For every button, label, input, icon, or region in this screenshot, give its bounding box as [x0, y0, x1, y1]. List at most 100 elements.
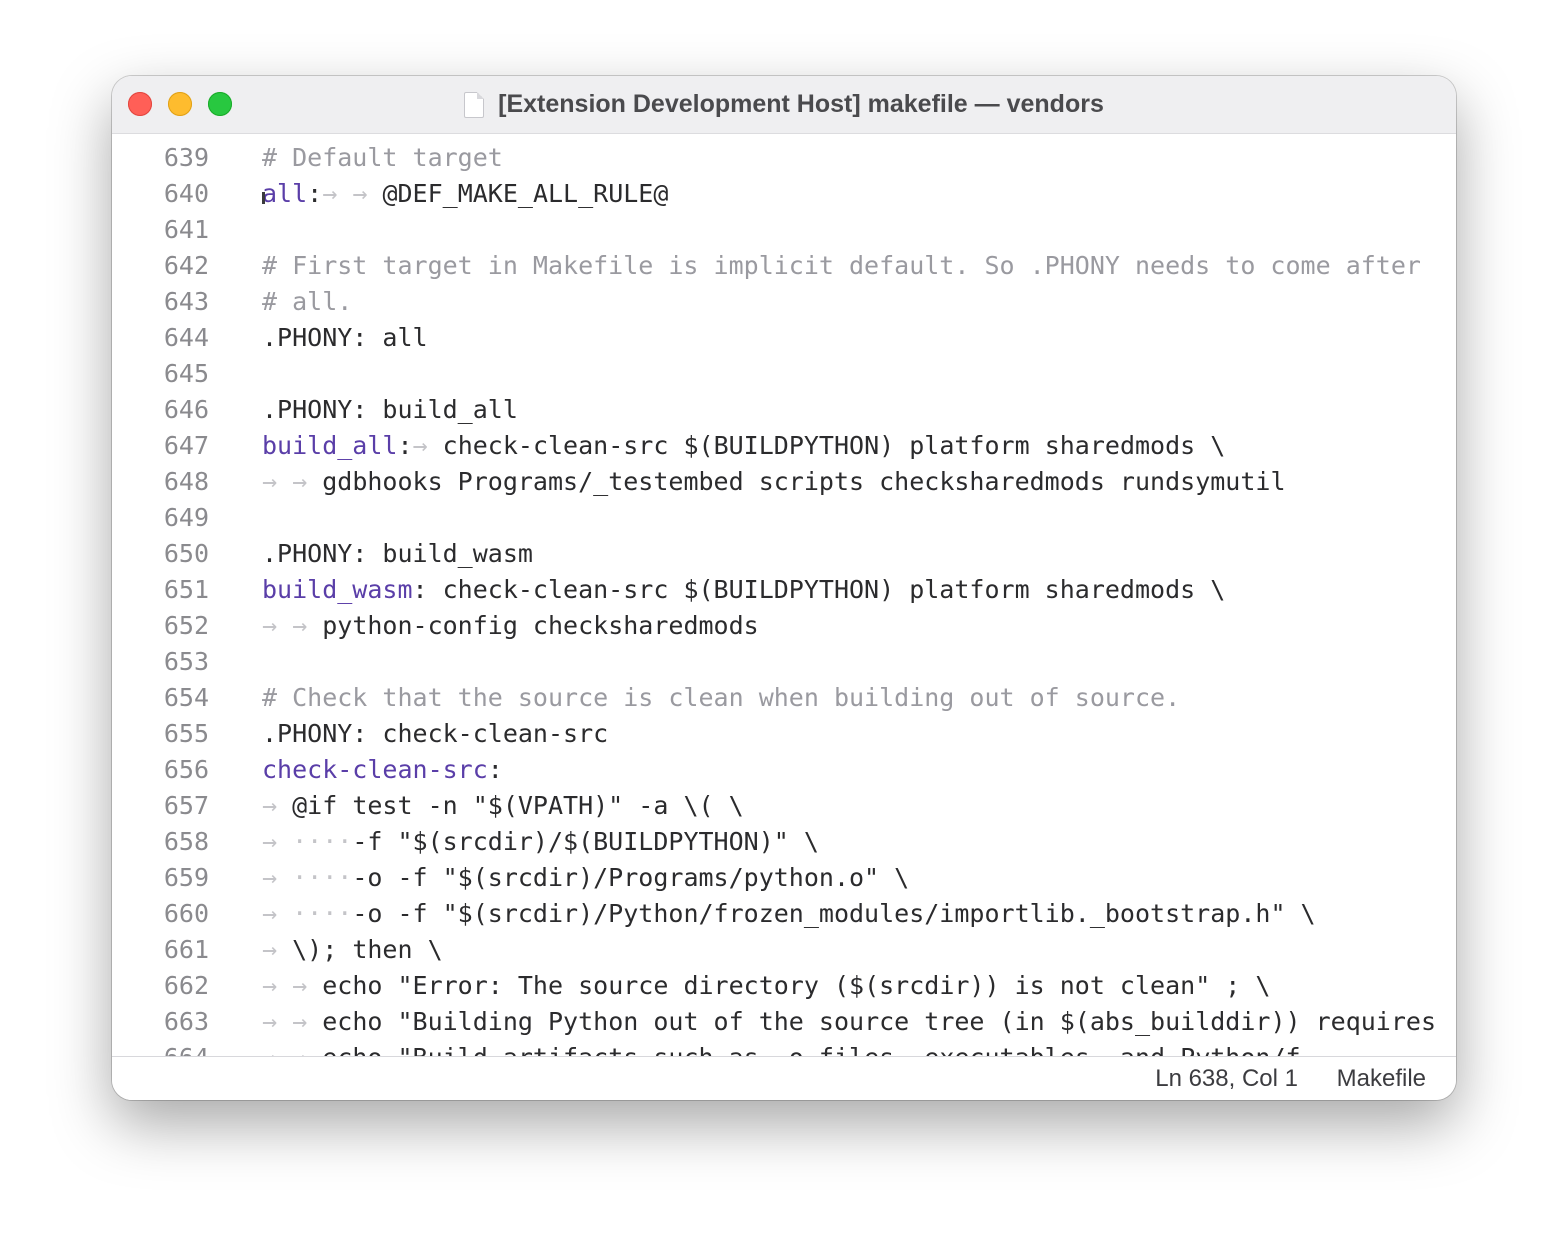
code-text: @DEF_MAKE_ALL_RULE@ — [382, 179, 669, 208]
make-target: build_wasm — [262, 575, 413, 604]
whitespace-marker: → — [412, 431, 443, 460]
code-line[interactable]: 643 # all. — [112, 284, 1456, 320]
line-code: → → python-config checksharedmods — [262, 608, 759, 644]
code-line[interactable]: 654 # Check that the source is clean when… — [112, 680, 1456, 716]
code-line[interactable]: 641 — [112, 212, 1456, 248]
window-title: [Extension Development Host] makefile — … — [498, 90, 1104, 118]
cursor-position-status[interactable]: Ln 638, Col 1 — [1155, 1065, 1298, 1093]
code-line[interactable]: 644 .PHONY: all — [112, 320, 1456, 356]
line-number: 647 — [163, 431, 209, 460]
code-line[interactable]: 659 → ····-o -f "$(srcdir)/Programs/pytho… — [112, 860, 1456, 896]
line-code: → \); then \ — [262, 932, 443, 968]
code-line[interactable]: 645 — [112, 356, 1456, 392]
line-number: 656 — [163, 755, 209, 784]
code-line[interactable]: 662 → → echo "Error: The source directory… — [112, 968, 1456, 1004]
line-code: → → gdbhooks Programs/_testembed scripts… — [262, 464, 1286, 500]
code-line[interactable]: 663 → → echo "Building Python out of the … — [112, 1004, 1456, 1040]
whitespace-marker: → → — [262, 1007, 323, 1036]
code-comment: # all. — [262, 287, 353, 316]
line-number: 641 — [163, 215, 209, 244]
language-mode-status[interactable]: Makefile — [1337, 1065, 1426, 1093]
code-line[interactable]: 657 → @if test -n "$(VPATH)" -a \( \ — [112, 788, 1456, 824]
line-number: 664 — [112, 1040, 209, 1056]
line-number: 662 — [163, 971, 209, 1000]
line-code: # all. — [262, 284, 352, 320]
code-line[interactable]: 647 build_all:→ check-clean-src $(BUILDPY… — [112, 428, 1456, 464]
line-code: all:→ → @DEF_MAKE_ALL_RULE@ — [262, 176, 668, 212]
line-code: → ····-f "$(srcdir)/$(BUILDPYTHON)" \ — [262, 824, 819, 860]
line-code: → ····-o -f "$(srcdir)/Programs/python.o… — [262, 860, 909, 896]
code-line[interactable]: 652 → → python-config checksharedmods — [112, 608, 1456, 644]
make-target: build_all — [262, 431, 398, 460]
code-line[interactable]: 650 .PHONY: build_wasm — [112, 536, 1456, 572]
code-editor[interactable]: 638639# Default target640all:→ → @DEF_MA… — [112, 134, 1456, 1056]
code-text: .PHONY: all — [262, 323, 428, 352]
whitespace-marker: → → — [262, 467, 323, 496]
code-comment: # Check that the source is clean when bu… — [262, 683, 1181, 712]
line-number: 657 — [163, 791, 209, 820]
code-line[interactable]: 655 .PHONY: check-clean-src — [112, 716, 1456, 752]
code-text: .PHONY: check-clean-src — [262, 719, 609, 748]
document-icon — [464, 91, 485, 118]
code-line[interactable]: 639 # Default target — [112, 140, 1456, 176]
line-code: # First target in Makefile is implicit d… — [262, 248, 1421, 284]
code-line[interactable]: 640 all:→ → @DEF_MAKE_ALL_RULE@ — [112, 176, 1456, 212]
line-number: 639 — [163, 143, 209, 172]
code-line[interactable]: 656 check-clean-src: — [112, 752, 1456, 788]
code-line[interactable]: 646 .PHONY: build_all — [112, 392, 1456, 428]
line-number: 661 — [163, 935, 209, 964]
line-number: 663 — [163, 1007, 209, 1036]
whitespace-marker: → → — [322, 179, 383, 208]
code-line[interactable]: 658 → ····-f "$(srcdir)/$(BUILDPYTHON)" \ — [112, 824, 1456, 860]
line-number: 649 — [163, 503, 209, 532]
code-text: echo "Build artifacts such as .o files, … — [322, 1043, 1300, 1056]
code-text: .PHONY: build_wasm — [262, 539, 533, 568]
code-text: : check-clean-src $(BUILDPYTHON) platfor… — [412, 575, 1226, 604]
code-text: @if test -n "$(VPATH)" -a \( \ — [292, 791, 744, 820]
code-line[interactable]: 649 — [112, 500, 1456, 536]
whitespace-marker: → → — [262, 971, 323, 1000]
whitespace-marker: → ···· — [262, 827, 353, 856]
line-code: # Default target — [262, 140, 503, 176]
make-target: check-clean-src — [262, 755, 488, 784]
code-line[interactable]: 648 → → gdbhooks Programs/_testembed scri… — [112, 464, 1456, 500]
whitespace-marker: → → — [262, 611, 323, 640]
code-line[interactable]: 664 → → echo "Build artifacts such as .o … — [112, 1040, 1456, 1056]
title-bar[interactable]: [Extension Development Host] makefile — … — [112, 76, 1456, 134]
code-text: echo "Error: The source directory ($(src… — [322, 971, 1271, 1000]
code-line[interactable]: 660 → ····-o -f "$(srcdir)/Python/frozen_… — [112, 896, 1456, 932]
line-number: 646 — [163, 395, 209, 424]
line-number: 651 — [163, 575, 209, 604]
line-code: → → echo "Error: The source directory ($… — [262, 968, 1270, 1004]
line-code: # Check that the source is clean when bu… — [262, 680, 1180, 716]
code-text: gdbhooks Programs/_testembed scripts che… — [322, 467, 1286, 496]
whitespace-marker: → — [262, 935, 293, 964]
line-code: → @if test -n "$(VPATH)" -a \( \ — [262, 788, 744, 824]
code-line[interactable]: 642 # First target in Makefile is implici… — [112, 248, 1456, 284]
line-code: .PHONY: build_all — [262, 392, 518, 428]
line-number: 644 — [163, 323, 209, 352]
line-number: 642 — [163, 251, 209, 280]
line-number: 653 — [163, 647, 209, 676]
code-text: -o -f "$(srcdir)/Python/frozen_modules/i… — [352, 899, 1316, 928]
line-code: .PHONY: check-clean-src — [262, 716, 608, 752]
line-number: 650 — [163, 539, 209, 568]
line-code: → ····-o -f "$(srcdir)/Python/frozen_mod… — [262, 896, 1316, 932]
code-line[interactable]: 661 → \); then \ — [112, 932, 1456, 968]
code-comment: # First target in Makefile is implicit d… — [262, 251, 1421, 280]
whitespace-marker: → → — [262, 1043, 322, 1056]
line-number: 648 — [163, 467, 209, 496]
code-text: : — [307, 179, 323, 208]
code-text: -o -f "$(srcdir)/Programs/python.o" \ — [352, 863, 910, 892]
code-text: check-clean-src $(BUILDPYTHON) platform … — [442, 431, 1226, 460]
code-text: echo "Building Python out of the source … — [322, 1007, 1437, 1036]
line-code: build_all:→ check-clean-src $(BUILDPYTHO… — [262, 428, 1225, 464]
line-number: 654 — [163, 683, 209, 712]
code-line[interactable]: 651 build_wasm: check-clean-src $(BUILDPY… — [112, 572, 1456, 608]
code-line[interactable]: 653 — [112, 644, 1456, 680]
text-cursor — [262, 192, 265, 204]
line-number: 645 — [163, 359, 209, 388]
line-number: 652 — [163, 611, 209, 640]
window-title-area: [Extension Development Host] makefile — … — [112, 76, 1456, 133]
line-code: → → echo "Build artifacts such as .o fil… — [262, 1040, 1301, 1056]
